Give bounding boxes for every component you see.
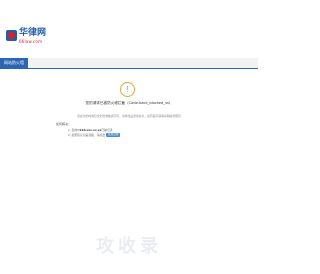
blocked-title: 您的请求已被防火墙拦截（Code:back_blocked_ss） xyxy=(85,101,173,105)
hint-list: 1. 您的IP220.xxx.xx.xx已被记录 2. 如果您认为是误报，请点击… xyxy=(68,128,198,138)
nav-divider xyxy=(0,68,258,69)
logo-mark-icon xyxy=(6,30,17,41)
logo-subtext: 66law.com xyxy=(19,39,43,44)
hint-suffix: 已被记录 xyxy=(101,128,113,132)
site-logo[interactable]: 华律网 66law.com xyxy=(6,28,46,48)
watermark-text: 攻收录 xyxy=(96,236,162,257)
header: 华律网 66law.com xyxy=(0,0,258,58)
report-false-positive-button[interactable]: 反馈误报 xyxy=(106,133,121,137)
tab-firewall[interactable]: 网站防火墙 xyxy=(0,58,28,68)
navbar xyxy=(0,58,258,68)
logo-text: 华律网 xyxy=(19,28,47,38)
warning-glyph: ! xyxy=(125,85,130,94)
hint-suffix: 是误报，请点击 xyxy=(85,133,106,137)
warning-icon: ! xyxy=(120,82,135,97)
notice-text: 您提交的内容包含危险或敏感字符，请修改后重新提交，如有疑问请联系网站管理员 xyxy=(77,114,181,118)
block-notice-panel: ! 您的请求已被防火墙拦截（Code:back_blocked_ss） 您提交的… xyxy=(56,78,202,146)
hint-prefix: 1. 您的IP xyxy=(68,128,80,132)
hint-title: 如何解决： xyxy=(56,122,72,126)
hint-item: 2. 如果您认为是误报，请点击 反馈误报 xyxy=(68,133,198,138)
ip-address: 220.xxx.xx.xx xyxy=(79,128,102,132)
hint-prefix: 2. 如果您认为 xyxy=(68,133,86,137)
